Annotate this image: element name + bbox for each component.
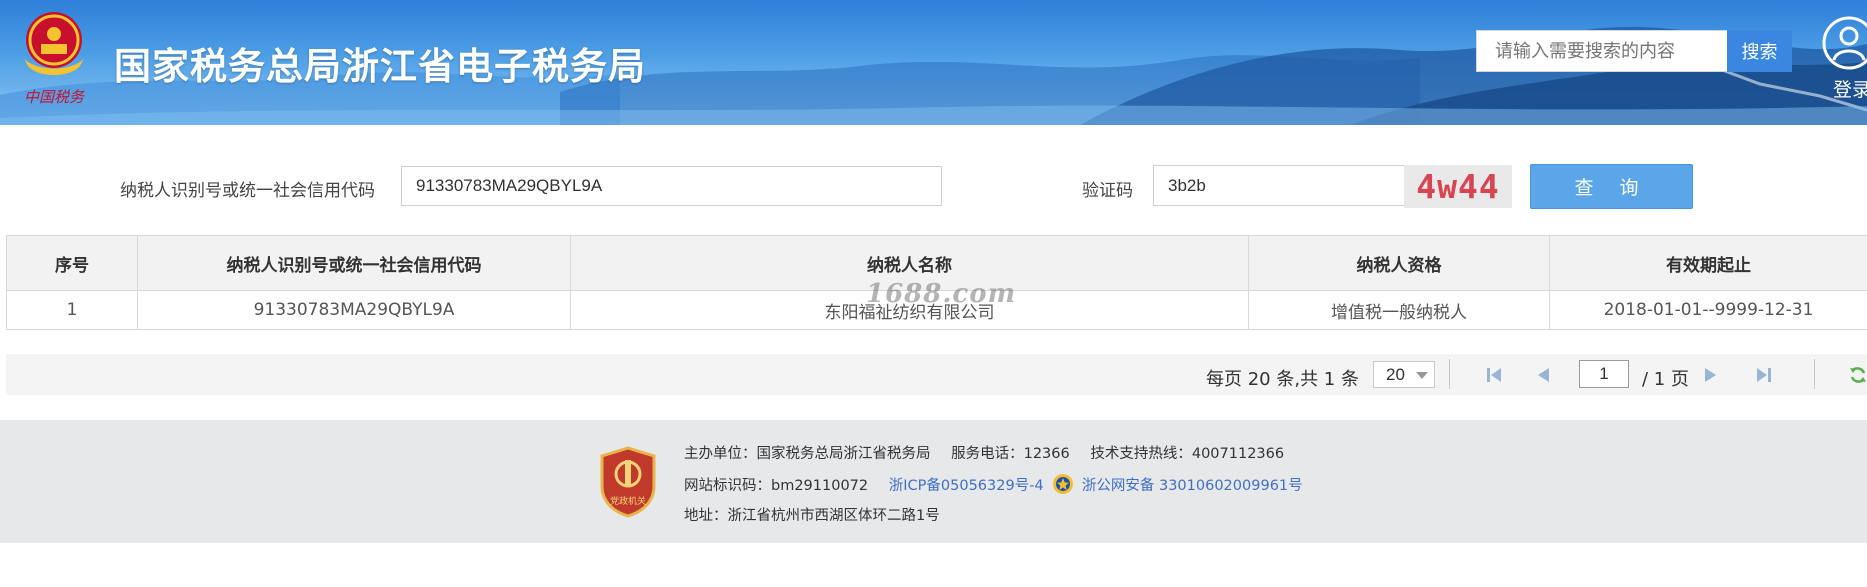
table-cell: 增值税一般纳税人 [1248,290,1550,330]
total-pages: / 1 页 [1642,369,1689,390]
column-header: 有效期起止 [1549,235,1867,291]
column-header: 纳税人资格 [1248,235,1550,291]
prev-page-icon[interactable] [1534,365,1554,385]
icp-link[interactable]: 浙ICP备05056329号-4 [889,478,1044,494]
svg-text:中国税务: 中国税务 [24,88,86,106]
party-gov-badge-icon[interactable]: 党政机关 [598,446,658,518]
public-security-link[interactable]: 浙公网安备 33010602009961号 [1082,478,1303,494]
captcha-label: 验证码 [1082,181,1133,201]
first-page-icon[interactable] [1484,365,1504,385]
table-cell: 1 [6,290,138,330]
footer-service-phone: 服务电话：12366 [951,446,1070,462]
login-link[interactable]: 登录 [1833,75,1867,102]
taxpayer-id-input[interactable] [401,166,942,206]
captcha-input[interactable] [1153,165,1405,206]
footer-line-1: 主办单位：国家税务总局浙江省税务局 服务电话：12366 技术支持热线：4007… [684,442,1284,463]
chevron-down-icon [1416,372,1428,379]
page-size-select[interactable]: 20 [1373,361,1435,388]
footer-site-id: 网站标识码：bm29110072 [684,478,869,494]
table-cell: 2018-01-01--9999-12-31 [1549,290,1867,330]
site-title: 国家税务总局浙江省电子税务局 [114,45,646,88]
national-emblem-icon: 中国税务 [24,12,86,106]
svg-text:党政机关: 党政机关 [610,495,646,507]
footer-address: 地址：浙江省杭州市西湖区体环二路1号 [684,508,940,524]
column-header: 序号 [6,235,138,291]
search-input[interactable] [1476,30,1727,72]
pagination-divider [1449,359,1450,389]
captcha-image[interactable]: 4w44 [1404,165,1512,208]
taxpayer-id-label: 纳税人识别号或统一社会信用代码 [120,181,375,201]
page-number-input[interactable] [1579,360,1629,388]
pagination-bar: 每页 20 条,共 1 条 20 / 1 页 [6,354,1867,395]
footer-support-hotline: 技术支持热线：4007112366 [1090,446,1285,462]
pagination-summary: 每页 20 条,共 1 条 [1206,369,1359,390]
police-badge-icon [1053,474,1074,494]
site-header: 中国税务 国家税务总局浙江省电子税务局 搜索 登录 [0,0,1867,125]
query-button[interactable]: 查 询 [1530,164,1693,209]
footer-line-2: 网站标识码：bm29110072 浙ICP备05056329号-4 浙公网安备 … [684,473,1303,495]
last-page-icon[interactable] [1754,365,1774,385]
search-button[interactable]: 搜索 [1727,30,1792,72]
footer-host: 主办单位：国家税务总局浙江省税务局 [684,446,931,462]
column-header: 纳税人识别号或统一社会信用代码 [137,235,571,291]
site-footer: 党政机关 主办单位：国家税务总局浙江省税务局 服务电话：12366 技术支持热线… [0,420,1867,543]
table-cell: 91330783MA29QBYL9A [137,290,571,330]
page-size-value: 20 [1386,365,1405,384]
user-login-icon[interactable] [1822,16,1867,70]
pagination-divider [1814,359,1815,389]
watermark: 1688.com [866,279,1017,309]
next-page-icon[interactable] [1700,365,1720,385]
refresh-icon[interactable] [1848,365,1867,385]
